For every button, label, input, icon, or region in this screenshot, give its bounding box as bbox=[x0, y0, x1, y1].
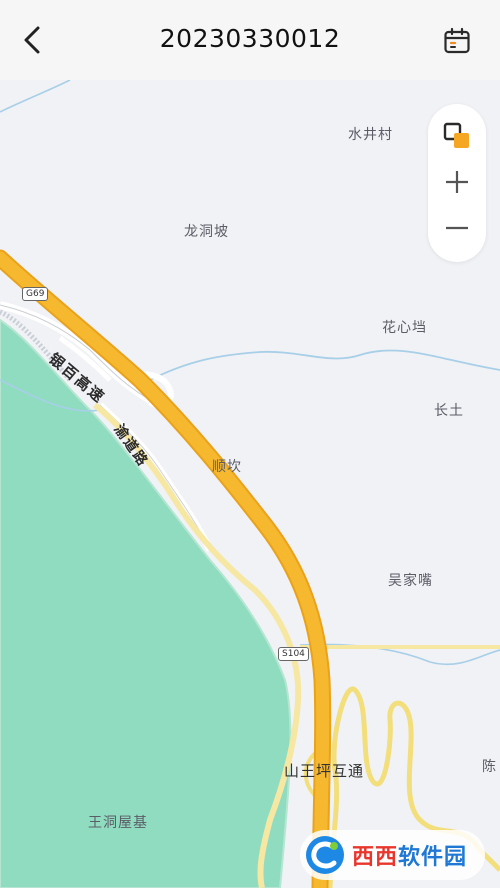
zoom-out-button[interactable] bbox=[437, 208, 477, 248]
watermark-text-a: 西西 bbox=[352, 845, 399, 870]
watermark-text-b: 软件园 bbox=[398, 845, 468, 870]
app-header: 20230330012 bbox=[0, 0, 500, 80]
watermark-text: 西西软件园 bbox=[352, 839, 467, 871]
c-logo-icon bbox=[306, 836, 344, 874]
minus-icon bbox=[446, 226, 468, 230]
map-view[interactable]: 水井村 龙洞坡 花心垱 长土 顺坎 吴家嘴 山王坪互通 王洞屋基 陈 银百高速 … bbox=[0, 80, 500, 888]
place-label: 王洞屋基 bbox=[88, 815, 148, 831]
forest-area bbox=[0, 318, 292, 888]
place-label: 水井村 bbox=[348, 127, 393, 143]
plus-icon bbox=[446, 171, 468, 193]
calendar-icon bbox=[444, 27, 470, 54]
place-label: 长土 bbox=[434, 403, 464, 419]
page-title: 20230330012 bbox=[159, 24, 341, 53]
calendar-button[interactable] bbox=[440, 24, 474, 58]
zoom-in-button[interactable] bbox=[437, 162, 477, 202]
place-label: 陈 bbox=[482, 759, 497, 775]
map-canvas bbox=[0, 80, 500, 888]
place-label: 顺坎 bbox=[212, 459, 242, 475]
road-shield-s104: S104 bbox=[278, 647, 309, 661]
map-controls bbox=[428, 104, 486, 262]
river-middle bbox=[149, 349, 500, 381]
place-label: 花心垱 bbox=[382, 320, 427, 336]
watermark: 西西软件园 bbox=[300, 830, 485, 880]
road-shield-g69: G69 bbox=[22, 287, 49, 301]
layers-icon bbox=[443, 122, 469, 148]
place-label: 吴家嘴 bbox=[388, 573, 433, 589]
river-top bbox=[0, 80, 71, 113]
place-label: 山王坪互通 bbox=[284, 762, 365, 780]
place-label: 龙洞坡 bbox=[184, 224, 229, 240]
layers-button[interactable] bbox=[437, 116, 477, 156]
